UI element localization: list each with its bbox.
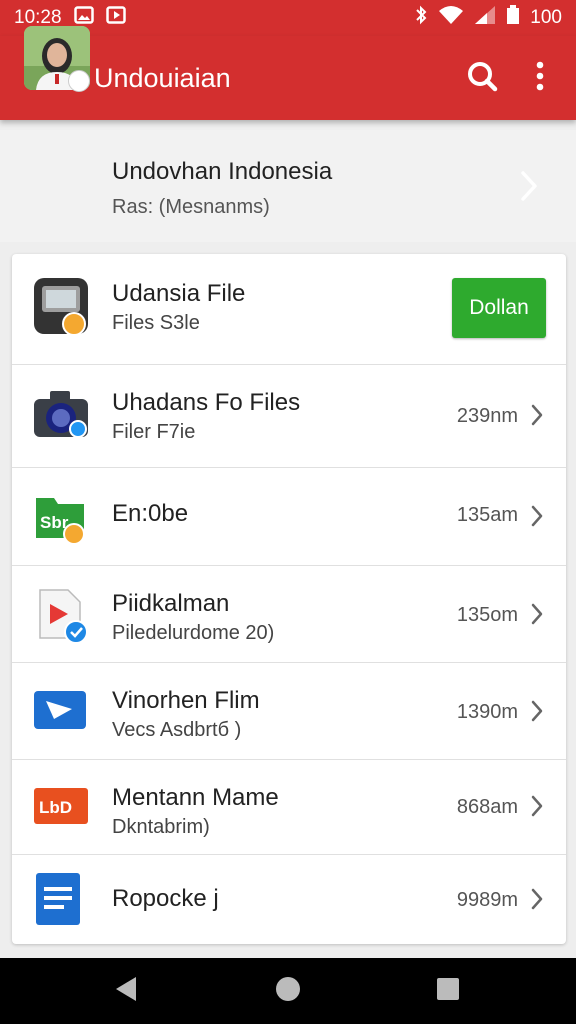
- list-item-subtitle: Piledelurdome 20): [112, 622, 275, 644]
- svg-text:LbD: LbD: [39, 798, 72, 817]
- list-item-title: Ropocke j: [112, 885, 219, 912]
- list-item[interactable]: Uhadans Fo Files Filer F7ie 239nm: [12, 365, 566, 467]
- chevron-right-icon: [530, 699, 544, 728]
- list-item-title: En:0be: [112, 500, 189, 527]
- chevron-right-icon: [518, 170, 540, 207]
- video-icon: [32, 683, 92, 743]
- more-vert-icon: [535, 61, 545, 96]
- file-size: 1390m: [456, 701, 518, 723]
- list-item-subtitle: Files S3le: [112, 312, 200, 334]
- open-button[interactable]: Dollan: [452, 278, 546, 338]
- back-nav-button[interactable]: [86, 958, 166, 1024]
- play-document-icon: [32, 586, 92, 646]
- battery-icon: [506, 5, 520, 31]
- file-size: 135om: [456, 604, 518, 626]
- navigation-bar: [0, 958, 576, 1024]
- youtube-icon: [105, 6, 126, 30]
- profile-subtitle: Ras: (Mesnanms): [112, 196, 270, 218]
- list-item[interactable]: Vinorhen Flim Vecs Asdbrtб ) 1390m: [12, 663, 566, 759]
- file-list: Udansia File Files S3le Dollan Uhadans F…: [12, 254, 566, 944]
- recents-nav-button[interactable]: [408, 958, 488, 1024]
- list-item-subtitle: Vecs Asdbrtб ): [112, 719, 242, 741]
- list-item-subtitle: Dkntabrim): [112, 816, 210, 838]
- home-nav-button[interactable]: [248, 958, 328, 1024]
- sbr-icon: Sbr: [32, 492, 92, 552]
- file-size: 239nm: [456, 405, 518, 427]
- list-item[interactable]: Sbr En:0be 135am: [12, 468, 566, 565]
- search-button[interactable]: [454, 36, 510, 120]
- wifi-icon: [438, 5, 464, 31]
- lbd-icon: LbD: [32, 778, 92, 838]
- file-size: 9989m: [456, 889, 518, 911]
- list-item-subtitle: Filer F7ie: [112, 421, 196, 443]
- toolbar-title: Undouiaian: [94, 62, 231, 93]
- chevron-right-icon: [530, 887, 544, 916]
- bluetooth-icon: [414, 5, 428, 31]
- chevron-right-icon: [530, 602, 544, 631]
- recents-nav-icon: [436, 977, 460, 1006]
- battery-level: 100: [530, 7, 562, 28]
- file-size: 135am: [456, 504, 518, 526]
- list-item[interactable]: Udansia File Files S3le Dollan: [12, 254, 566, 364]
- list-item-title: Udansia File: [112, 280, 246, 307]
- home-nav-icon: [275, 976, 301, 1007]
- list-item-title: Vinorhen Flim: [112, 687, 260, 714]
- chevron-right-icon: [530, 504, 544, 533]
- search-icon: [466, 60, 498, 97]
- list-item[interactable]: Ropocke j 9989m: [12, 855, 566, 944]
- camera-app-icon: [32, 276, 92, 336]
- list-item[interactable]: LbD Mentann Mame Dkntabrim) 868am: [12, 760, 566, 854]
- list-item[interactable]: Piidkalman Piledelurdome 20) 135om: [12, 566, 566, 662]
- back-nav-icon: [114, 976, 138, 1007]
- camera-icon: [32, 387, 92, 447]
- profile-name: Undovhan Indonesia: [112, 158, 333, 185]
- chevron-right-icon: [530, 403, 544, 432]
- list-item-title: Mentann Mame: [112, 784, 279, 811]
- signal-icon: [474, 5, 496, 31]
- list-item-title: Piidkalman: [112, 590, 230, 617]
- more-options-button[interactable]: [510, 36, 570, 120]
- document-icon: [32, 869, 92, 929]
- list-item-title: Uhadans Fo Files: [112, 389, 301, 416]
- avatar-badge-icon: [68, 70, 90, 92]
- file-size: 868am: [456, 796, 518, 818]
- profile-header[interactable]: [0, 130, 576, 242]
- chevron-right-icon: [530, 794, 544, 823]
